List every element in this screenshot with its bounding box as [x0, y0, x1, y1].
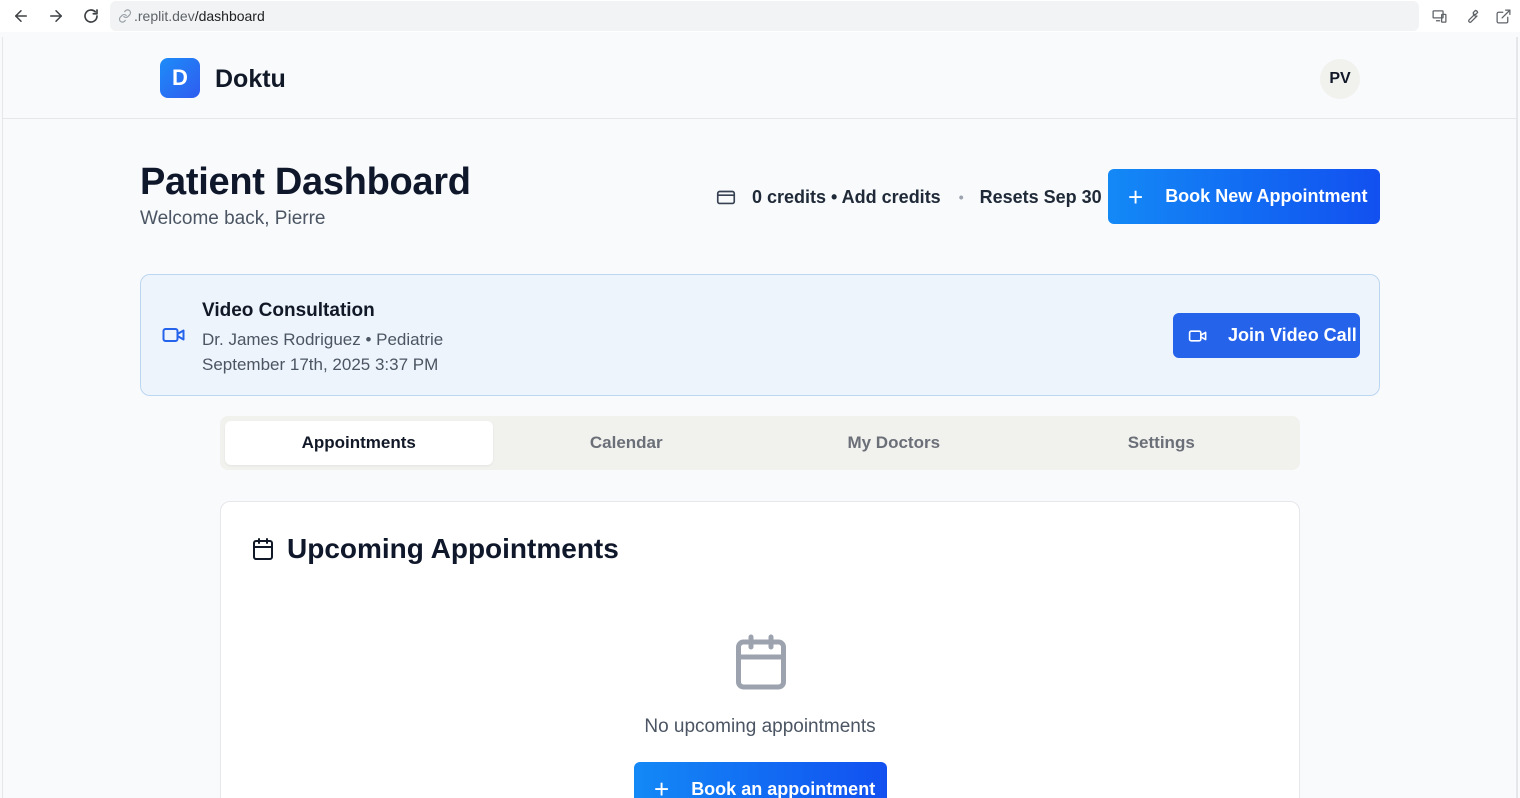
credits-summary: 0 credits • Add credits • Resets Sep 30: [715, 185, 1102, 209]
url-path: /dashboard: [194, 8, 265, 24]
page-title: Patient Dashboard: [140, 161, 471, 203]
book-an-appointment-label: Book an appointment: [691, 778, 876, 798]
wrench-icon[interactable]: [1461, 6, 1481, 26]
link-icon: [118, 9, 132, 23]
tab-settings[interactable]: Settings: [1028, 421, 1296, 465]
welcome-text: Welcome back, Pierre: [140, 208, 326, 229]
logo-mark[interactable]: D: [160, 58, 200, 98]
forward-arrow-icon[interactable]: [46, 6, 66, 26]
video-consultation-card: Video Consultation Dr. James Rodriguez •…: [140, 274, 1380, 396]
calendar-icon: [253, 538, 273, 560]
video-camera-icon: [1188, 329, 1207, 342]
join-video-call-label: Join Video Call: [1228, 325, 1357, 345]
book-an-appointment-button[interactable]: + Book an appointment: [634, 762, 887, 798]
page-viewport: D Doktu PV Patient Dashboard Welcome bac…: [2, 37, 1518, 798]
url-host: .replit.dev: [134, 8, 195, 24]
join-video-call-button[interactable]: Join Video Call: [1173, 313, 1360, 358]
upcoming-appointments-panel: Upcoming Appointments No upcoming appoin…: [220, 501, 1300, 798]
resets-date: Resets Sep 30: [979, 186, 1102, 207]
book-new-appointment-button[interactable]: + Book New Appointment: [1108, 169, 1380, 224]
separator-dot: •: [958, 189, 964, 205]
consultation-datetime: September 17th, 2025 3:37 PM: [202, 355, 439, 374]
plus-icon: +: [1128, 181, 1144, 212]
video-camera-icon: [162, 328, 185, 342]
tab-my-doctors[interactable]: My Doctors: [760, 421, 1028, 465]
empty-state-text: No upcoming appointments: [644, 716, 876, 737]
back-arrow-icon[interactable]: [11, 6, 31, 26]
book-new-appointment-label: Book New Appointment: [1165, 186, 1368, 206]
consultation-doctor: Dr. James Rodriguez • Pediatrie: [202, 330, 444, 349]
plus-icon: +: [654, 774, 670, 798]
browser-toolbar: .replit.dev/dashboard: [0, 0, 1520, 32]
panel-heading: Upcoming Appointments: [251, 533, 619, 565]
app-header: D Doktu PV: [3, 37, 1516, 119]
tab-calendar[interactable]: Calendar: [493, 421, 761, 465]
dashboard-tabs: Appointments Calendar My Doctors Setting…: [220, 416, 1300, 470]
upcoming-appointments-heading: Upcoming Appointments: [287, 533, 619, 564]
reload-icon[interactable]: [81, 6, 101, 26]
address-bar[interactable]: .replit.dev/dashboard: [110, 1, 1419, 31]
calendar-icon: [736, 634, 786, 690]
app-name[interactable]: Doktu: [215, 65, 286, 94]
consultation-title: Video Consultation: [202, 300, 375, 321]
credits-link[interactable]: 0 credits • Add credits: [752, 187, 941, 208]
devices-icon[interactable]: [1429, 6, 1449, 26]
tab-appointments[interactable]: Appointments: [225, 421, 493, 465]
credit-card-icon: [716, 190, 736, 205]
open-external-icon[interactable]: [1493, 6, 1513, 26]
avatar[interactable]: PV: [1320, 59, 1360, 99]
